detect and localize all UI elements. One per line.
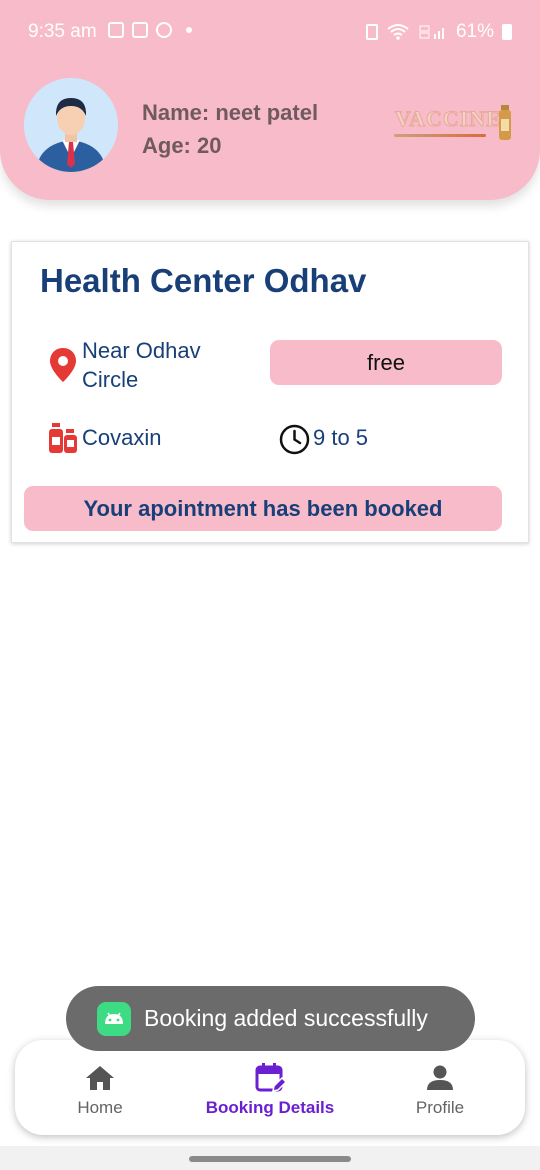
clock-icon [279, 424, 310, 455]
more-notifications-dot-icon [186, 27, 192, 33]
avatar[interactable] [24, 78, 118, 172]
booking-status-banner: Your apointment has been booked [24, 486, 502, 531]
user-name: Name: neet patel [142, 100, 319, 125]
nav-item-booking-details[interactable]: Booking Details [185, 1062, 355, 1118]
status-time: 9:35 am [28, 21, 97, 42]
vaccine-logo: VACCINE [392, 100, 518, 144]
location-pin-icon [50, 348, 76, 382]
android-robot-icon [105, 1012, 123, 1024]
notification-icons [108, 22, 192, 38]
nav-label-booking-details: Booking Details [205, 1098, 335, 1117]
app-notification-icon [156, 22, 172, 38]
nav-label-home: Home [77, 1098, 123, 1117]
toast-notification: Booking added successfully [66, 986, 475, 1051]
wifi-icon [387, 24, 409, 40]
vaccine-name: Covaxin [82, 425, 162, 450]
center-timing: 9 to 5 [313, 425, 369, 450]
price-badge: free [270, 340, 502, 385]
status-bar: 9:35 am 61% [0, 0, 540, 64]
otp-notification-icon [132, 22, 148, 38]
booking-details-screen: 9:35 am 61% Name: neet patel Age: 20 VAC… [0, 0, 540, 1170]
nav-item-profile[interactable]: Profile [355, 1062, 525, 1118]
toast-message: Booking added successfully [144, 1005, 428, 1031]
businessman-avatar-icon [24, 78, 118, 172]
battery-percent: 61% [455, 21, 494, 42]
syringe-line [394, 134, 486, 137]
home-icon [86, 1066, 114, 1090]
user-info: Name: neet patel Age: 20 [142, 96, 318, 162]
calendar-edit-icon [255, 1063, 286, 1092]
signal-icon [419, 25, 444, 39]
nav-label-profile: Profile [415, 1098, 465, 1117]
nav-item-home[interactable]: Home [15, 1062, 185, 1118]
gallery-notification-icon [108, 22, 124, 38]
center-location: Near Odhav Circle [82, 338, 201, 392]
vaccine-vials-icon [49, 423, 77, 453]
vaccine-logo-text: VACCINE [395, 106, 502, 132]
gesture-handle[interactable] [189, 1156, 351, 1162]
user-age: Age: 20 [142, 133, 222, 158]
booking-card[interactable]: Health Center Odhav Near Odhav Circle fr… [11, 241, 529, 543]
price-label: free [367, 349, 405, 375]
system-status-icons: 61% [365, 21, 512, 43]
android-app-icon [97, 1001, 131, 1036]
health-center-name: Health Center Odhav [40, 262, 367, 299]
profile-header: 9:35 am 61% Name: neet patel Age: 20 VAC… [0, 0, 540, 200]
bottom-navigation: Home Booking Details Profile [15, 1040, 525, 1135]
booking-status-text: Your apointment has been booked [83, 495, 443, 521]
vaccine-vial-icon [499, 105, 511, 140]
battery-icon [502, 24, 512, 40]
battery-saver-icon [365, 24, 378, 40]
person-icon [427, 1065, 453, 1090]
